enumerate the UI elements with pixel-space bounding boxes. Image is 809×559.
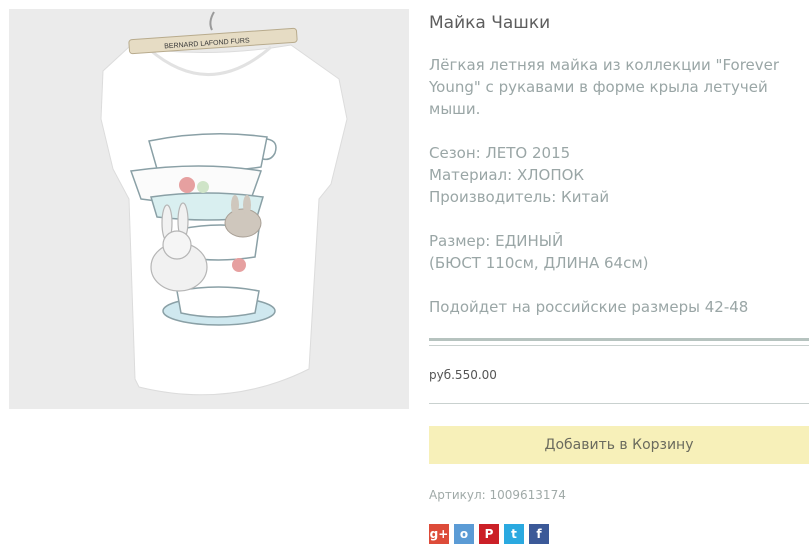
rose-decoration <box>179 177 195 193</box>
fit-note: Подойдет на российские размеры 42-48 <box>429 296 748 318</box>
measurements-text: (БЮСТ 110см, ДЛИНА 64см) <box>429 254 649 272</box>
rose-decoration <box>232 258 246 272</box>
product-title: Майка Чашки <box>429 13 551 33</box>
description-text: Лёгкая летняя майка из коллекции "Foreve… <box>429 56 780 118</box>
leaf-decoration <box>197 181 209 193</box>
pinterest-icon[interactable]: P <box>479 524 499 544</box>
tshirt-illustration: BERNARD LAFOND FURS <box>9 9 409 409</box>
facebook-icon[interactable]: f <box>529 524 549 544</box>
product-image[interactable]: BERNARD LAFOND FURS <box>9 9 409 409</box>
twitter-icon[interactable]: t <box>504 524 524 544</box>
product-description: Лёгкая летняя майка из коллекции "Foreve… <box>429 54 789 120</box>
product-size: Размер: ЕДИНЫЙ (БЮСТ 110см, ДЛИНА 64см) <box>429 230 649 274</box>
fit-note-text: Подойдет на российские размеры 42-48 <box>429 298 749 316</box>
google-plus-icon[interactable]: g+ <box>429 524 449 544</box>
odnoklassniki-icon[interactable]: о <box>454 524 474 544</box>
share-buttons: g+ о Pt f <box>429 524 549 544</box>
product-specs: Сезон: ЛЕТО 2015 Материал: ХЛОПОК Произв… <box>429 142 609 208</box>
season-text: Сезон: ЛЕТО 2015 <box>429 144 571 162</box>
divider <box>429 338 809 341</box>
product-sku: Артикул: 1009613174 <box>429 488 566 502</box>
product-price: руб.550.00 <box>429 368 497 382</box>
size-text: Размер: ЕДИНЫЙ <box>429 232 564 250</box>
material-text: Материал: ХЛОПОК <box>429 166 585 184</box>
manufacturer-text: Производитель: Китай <box>429 188 610 206</box>
add-to-cart-button[interactable]: Добавить в Корзину <box>429 426 809 464</box>
divider <box>429 345 809 346</box>
divider <box>429 403 809 404</box>
